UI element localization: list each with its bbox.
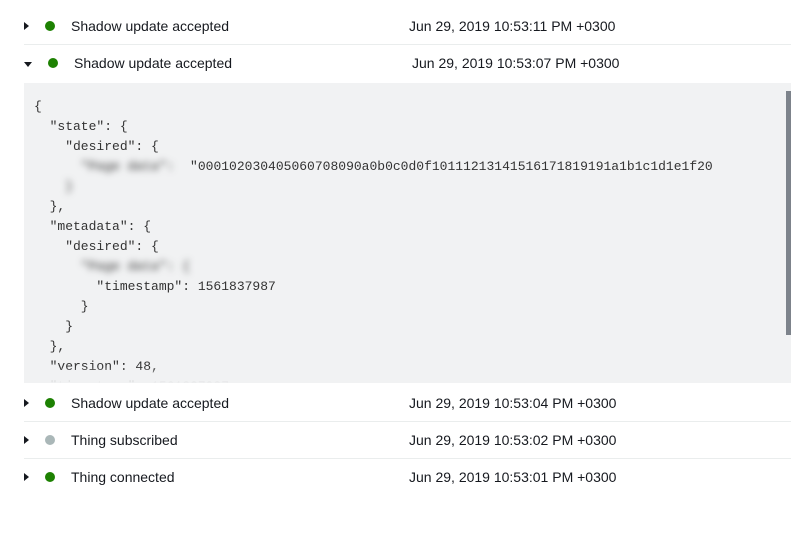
json-line: "000102030405060708090a0b0c0d0f101112131… [174, 159, 712, 174]
caret-down-icon [24, 62, 32, 67]
payload-json[interactable]: { "state": { "desired": { "Page data": "… [24, 83, 791, 383]
status-dot-icon [45, 472, 55, 482]
caret-right-icon [24, 22, 29, 30]
caret-right-icon [24, 436, 29, 444]
event-name: Shadow update accepted [74, 55, 412, 71]
event-list: Shadow update accepted Jun 29, 2019 10:5… [0, 0, 805, 495]
json-line: "desired": { [34, 139, 159, 154]
event-name: Shadow update accepted [71, 395, 409, 411]
event-time: Jun 29, 2019 10:53:02 PM +0300 [409, 432, 616, 448]
json-line: "state": { [34, 119, 128, 134]
json-line-blurred: } [65, 177, 73, 197]
event-name: Shadow update accepted [71, 18, 409, 34]
event-time: Jun 29, 2019 10:53:07 PM +0300 [412, 55, 619, 71]
caret-right-icon [24, 399, 29, 407]
json-line: { [34, 99, 42, 114]
json-line: }, [34, 199, 65, 214]
json-line: } [34, 299, 89, 314]
json-line: }, [34, 339, 65, 354]
event-time: Jun 29, 2019 10:53:11 PM +0300 [409, 18, 615, 34]
status-dot-icon [45, 435, 55, 445]
scrollbar-thumb[interactable] [786, 91, 791, 335]
status-dot-icon [45, 398, 55, 408]
fade-overlay [24, 367, 786, 383]
json-line-blurred: "Page data": [81, 157, 175, 177]
json-line-blurred: "Page data": { [81, 257, 190, 277]
event-row[interactable]: Thing connected Jun 29, 2019 10:53:01 PM… [24, 459, 791, 495]
event-name: Thing subscribed [71, 432, 409, 448]
event-row[interactable]: Shadow update accepted Jun 29, 2019 10:5… [24, 45, 791, 81]
event-time: Jun 29, 2019 10:53:01 PM +0300 [409, 469, 616, 485]
json-line: "desired": { [34, 239, 159, 254]
event-time: Jun 29, 2019 10:53:04 PM +0300 [409, 395, 616, 411]
event-row[interactable]: Shadow update accepted Jun 29, 2019 10:5… [24, 385, 791, 422]
event-row[interactable]: Shadow update accepted Jun 29, 2019 10:5… [24, 8, 791, 45]
json-line [34, 159, 81, 174]
event-row[interactable]: Thing subscribed Jun 29, 2019 10:53:02 P… [24, 422, 791, 459]
json-line [34, 259, 81, 274]
json-line: "metadata": { [34, 219, 151, 234]
status-dot-icon [45, 21, 55, 31]
status-dot-icon [48, 58, 58, 68]
event-name: Thing connected [71, 469, 409, 485]
caret-right-icon [24, 473, 29, 481]
json-line [34, 179, 65, 194]
json-line: "timestamp": 1561837987 [34, 279, 276, 294]
json-line: } [34, 319, 73, 334]
